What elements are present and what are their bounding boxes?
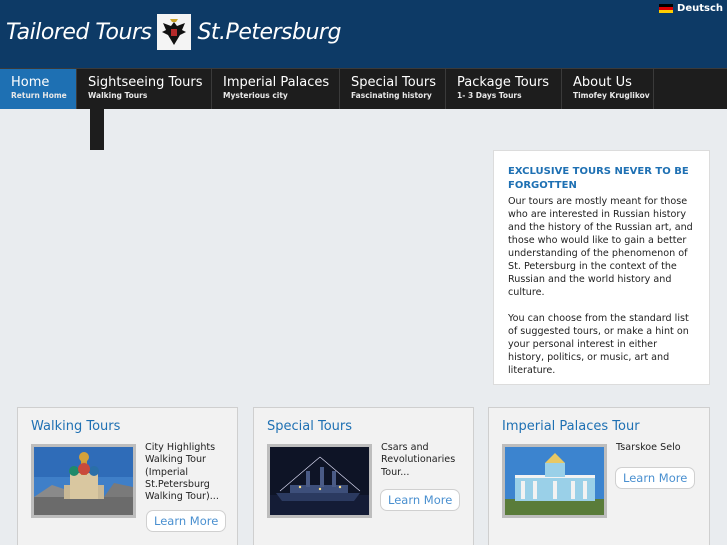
nav-package-tours[interactable]: Package Tours 1- 3 Days Tours (446, 69, 562, 109)
site-logo[interactable]: Tailored Tours St.Petersburg (6, 14, 341, 50)
nav-testimonials[interactable]: Testimonials Reviews (0, 109, 104, 150)
card-description: Tsarskoe Selo (616, 442, 681, 453)
nav-label: Imperial Palaces (223, 75, 330, 90)
nav-sublabel: 1- 3 Days Tours (457, 91, 522, 100)
nav-sublabel: Fascinating history (351, 91, 432, 100)
intro-paragraph-1: Our tours are mostly meant for those who… (508, 196, 693, 298)
card-title[interactable]: Special Tours (267, 419, 352, 434)
intro-panel: EXCLUSIVE TOURS NEVER TO BE FORGOTTEN Ou… (493, 150, 710, 385)
language-switch[interactable]: Deutsch (659, 3, 723, 14)
learn-more-button[interactable]: Learn More (146, 510, 227, 532)
nav-sightseeing-tours[interactable]: Sightseeing Tours Walking Tours (77, 69, 212, 109)
nav-label: Package Tours (457, 75, 550, 90)
card-description: Csars and Revolutionaries Tour... (381, 442, 456, 478)
learn-more-button[interactable]: Learn More (380, 489, 461, 511)
nav-home[interactable]: Home Return Home (0, 69, 77, 109)
logo-text-left: Tailored Tours (6, 19, 152, 45)
church-photo[interactable] (31, 444, 136, 518)
nav-imperial-palaces[interactable]: Imperial Palaces Mysterious city (212, 69, 340, 109)
nav-label: About Us (573, 75, 632, 90)
nav-label: Testimonials (12, 117, 90, 130)
nav-label: Special Tours (351, 75, 437, 90)
site-header: Tailored Tours St.Petersburg Deutsch (0, 0, 727, 68)
palace-photo[interactable] (502, 444, 607, 518)
language-label: Deutsch (677, 3, 723, 14)
german-flag-icon (659, 4, 674, 13)
nav-label: Home (11, 75, 50, 90)
nav-sublabel: Reviews (12, 131, 41, 139)
nav-label: Sightseeing Tours (88, 75, 203, 90)
card-title[interactable]: Walking Tours (31, 419, 120, 434)
logo-text-right: St.Petersburg (197, 19, 341, 45)
nav-sublabel: Mysterious city (223, 91, 288, 100)
nav-about-us[interactable]: About Us Timofey Kruglikov (562, 69, 654, 109)
nav-sublabel: Walking Tours (88, 91, 148, 100)
cruiser-photo[interactable] (267, 444, 372, 518)
eagle-crest-icon (157, 14, 192, 50)
nav-special-tours[interactable]: Special Tours Fascinating history (340, 69, 446, 109)
nav-sublabel: Return Home (11, 91, 67, 100)
card-special-tours: Special Tours Csars and Revolutionaries … (253, 407, 474, 545)
card-walking-tours: Walking Tours City Highlights Walking To… (17, 407, 238, 545)
card-title[interactable]: Imperial Palaces Tour (502, 419, 640, 434)
intro-paragraph-2: You can choose from the standard list of… (508, 313, 689, 376)
nav-overflow-tab (90, 109, 104, 150)
card-description: City Highlights Walking Tour (Imperial S… (145, 442, 219, 503)
nav-sublabel: Timofey Kruglikov (573, 91, 650, 100)
card-imperial-palaces: Imperial Palaces Tour Tsarskoe Selo Lear… (488, 407, 710, 545)
learn-more-button[interactable]: Learn More (615, 467, 696, 489)
main-nav: Home Return Home Sightseeing Tours Walki… (0, 68, 727, 109)
intro-title: EXCLUSIVE TOURS NEVER TO BE FORGOTTEN (508, 166, 689, 191)
